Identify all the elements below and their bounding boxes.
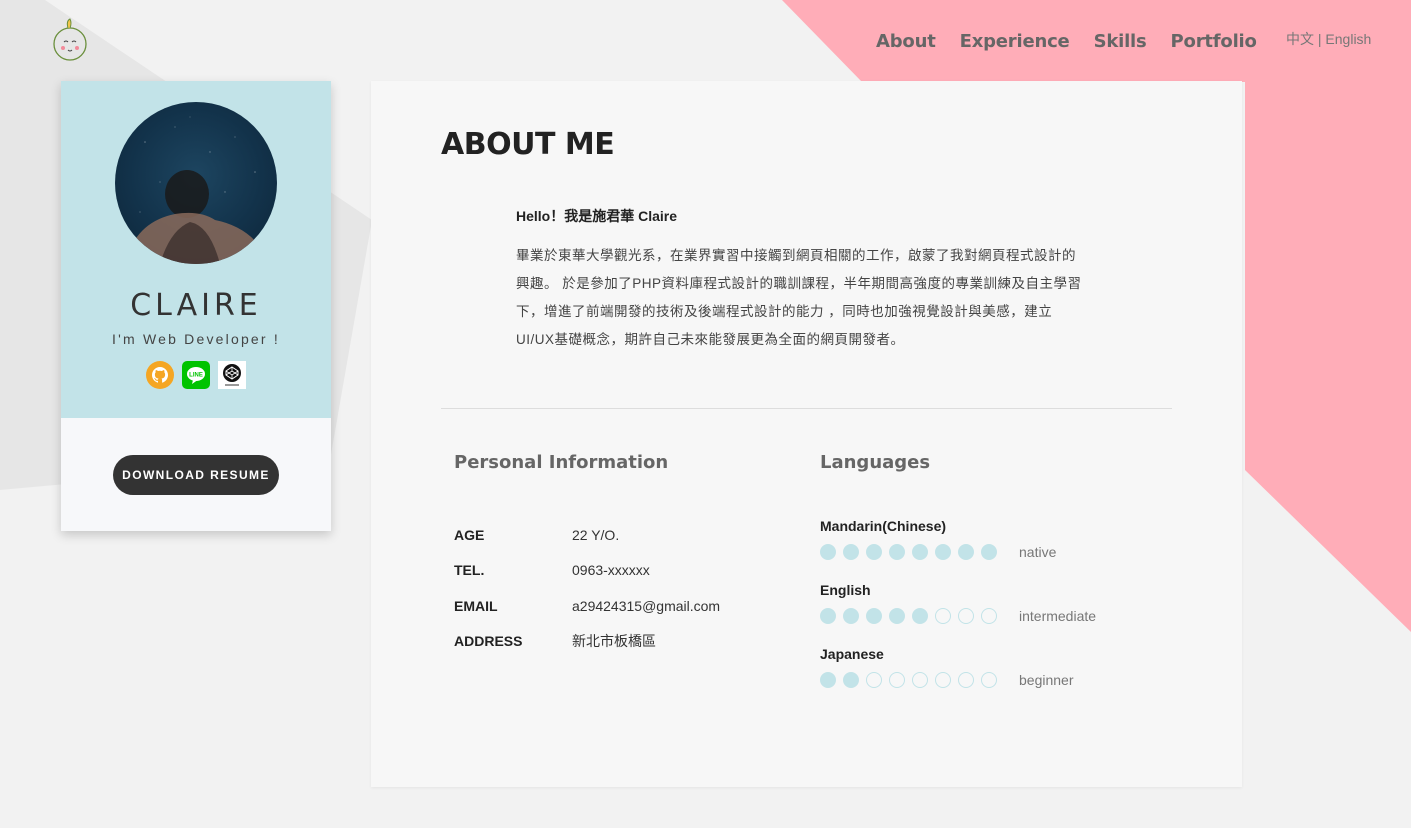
- language-item: English intermediate: [820, 582, 1096, 646]
- section-divider: [441, 408, 1172, 409]
- bio-line: 畢業於東華大學觀光系，在業界實習中接觸到網頁相關的工作，啟蒙了我對網頁程式設計的: [516, 248, 1076, 263]
- proficiency-dot-filled: [843, 544, 859, 560]
- proficiency-dot-empty: [958, 608, 974, 624]
- proficiency-dots: [820, 544, 997, 560]
- proficiency-dot-filled: [889, 544, 905, 560]
- language-name: English: [820, 582, 871, 598]
- lang-separator: |: [1317, 31, 1322, 47]
- language-item: Mandarin(Chinese) native: [820, 518, 1096, 582]
- avatar: [115, 102, 277, 264]
- language-name: Mandarin(Chinese): [820, 518, 947, 534]
- social-links: LINE: [146, 361, 246, 389]
- nav-about[interactable]: About: [876, 31, 936, 52]
- info-value: a29424315@gmail.com: [572, 597, 721, 614]
- proficiency-dot-filled: [820, 544, 836, 560]
- info-label: AGE: [454, 526, 485, 543]
- info-value: 新北市板橋區: [572, 633, 656, 650]
- proficiency-dot-empty: [912, 672, 928, 688]
- proficiency-dot-filled: [843, 672, 859, 688]
- info-value: 22 Y/O.: [572, 526, 620, 543]
- proficiency-dot-empty: [935, 608, 951, 624]
- main-nav: About Experience Skills Portfolio: [876, 31, 1257, 52]
- language-item: Japanese beginner: [820, 646, 1096, 710]
- proficiency-dot-empty: [866, 672, 882, 688]
- line-icon[interactable]: LINE: [182, 361, 210, 389]
- proficiency-dot-filled: [912, 608, 928, 624]
- greeting: Hello！我是施君華 Claire: [516, 208, 678, 224]
- svg-text:LINE: LINE: [189, 373, 203, 379]
- info-value: 0963-xxxxxx: [572, 562, 650, 579]
- info-row-tel: TEL. 0963-xxxxxx: [454, 553, 720, 589]
- proficiency-dots: [820, 672, 997, 688]
- proficiency-dot-filled: [889, 608, 905, 624]
- profile-card-header: CLAIRE I'm Web Developer ! LINE: [61, 81, 331, 418]
- bio-text: 畢業於東華大學觀光系，在業界實習中接觸到網頁相關的工作，啟蒙了我對網頁程式設計的…: [516, 242, 1106, 354]
- lang-english-link[interactable]: English: [1325, 31, 1371, 47]
- logo[interactable]: [50, 17, 92, 63]
- download-resume-button[interactable]: DOWNLOAD RESUME: [113, 454, 279, 495]
- nav-portfolio[interactable]: Portfolio: [1171, 31, 1257, 52]
- proficiency-dot-filled: [958, 544, 974, 560]
- languages-list: Mandarin(Chinese) native English interme…: [820, 518, 1096, 710]
- language-switch: 中文 | English: [1286, 29, 1371, 49]
- proficiency-dot-empty: [981, 672, 997, 688]
- languages-title: Languages: [820, 452, 931, 473]
- personal-info-table: AGE 22 Y/O. TEL. 0963-xxxxxx EMAIL a2942…: [454, 517, 720, 659]
- proficiency-dot-empty: [981, 608, 997, 624]
- profile-card-footer: DOWNLOAD RESUME: [61, 418, 331, 531]
- profile-name: CLAIRE: [130, 288, 262, 323]
- info-row-address: ADDRESS 新北市板橋區: [454, 624, 720, 660]
- info-label: TEL.: [454, 562, 485, 579]
- page-title: ABOUT ME: [441, 127, 615, 162]
- proficiency-dot-empty: [935, 672, 951, 688]
- nav-experience[interactable]: Experience: [960, 31, 1070, 52]
- proficiency-dot-filled: [866, 544, 882, 560]
- language-level: beginner: [1019, 672, 1074, 688]
- about-panel: ABOUT ME Hello！我是施君華 Claire 畢業於東華大學觀光系，在…: [371, 81, 1242, 787]
- proficiency-dot-filled: [912, 544, 928, 560]
- bio-line: UI/UX基礎概念，期許自己未來能發展更為全面的網頁開發者。: [516, 332, 905, 347]
- info-label: ADDRESS: [454, 633, 523, 650]
- proficiency-dot-filled: [820, 608, 836, 624]
- bio-line: 下，增進了前端開發的技術及後端程式設計的能力 ，同時也加強視覺設計與美感，建立: [516, 304, 1053, 319]
- proficiency-dot-empty: [958, 672, 974, 688]
- codepen-icon[interactable]: [218, 361, 246, 389]
- personal-info-title: Personal Information: [454, 452, 669, 473]
- info-label: EMAIL: [454, 597, 498, 614]
- language-level: intermediate: [1019, 608, 1097, 624]
- profile-card: CLAIRE I'm Web Developer ! LINE DOWNLOAD…: [61, 81, 331, 531]
- proficiency-dot-filled: [866, 608, 882, 624]
- language-level: native: [1019, 544, 1057, 560]
- info-row-age: AGE 22 Y/O.: [454, 517, 720, 553]
- proficiency-dot-empty: [889, 672, 905, 688]
- language-name: Japanese: [820, 646, 884, 662]
- lang-chinese-link[interactable]: 中文: [1286, 31, 1314, 47]
- proficiency-dot-filled: [935, 544, 951, 560]
- profile-tagline: I'm Web Developer !: [112, 331, 280, 347]
- proficiency-dot-filled: [843, 608, 859, 624]
- proficiency-dots: [820, 608, 997, 624]
- proficiency-dot-filled: [820, 672, 836, 688]
- bio-line: 興趣。 於是參加了PHP資料庫程式設計的職訓課程，半年期間高強度的專業訓練及自主…: [516, 276, 1082, 291]
- info-row-email: EMAIL a29424315@gmail.com: [454, 588, 720, 624]
- nav-skills[interactable]: Skills: [1094, 31, 1147, 52]
- proficiency-dot-filled: [981, 544, 997, 560]
- github-icon[interactable]: [146, 361, 174, 389]
